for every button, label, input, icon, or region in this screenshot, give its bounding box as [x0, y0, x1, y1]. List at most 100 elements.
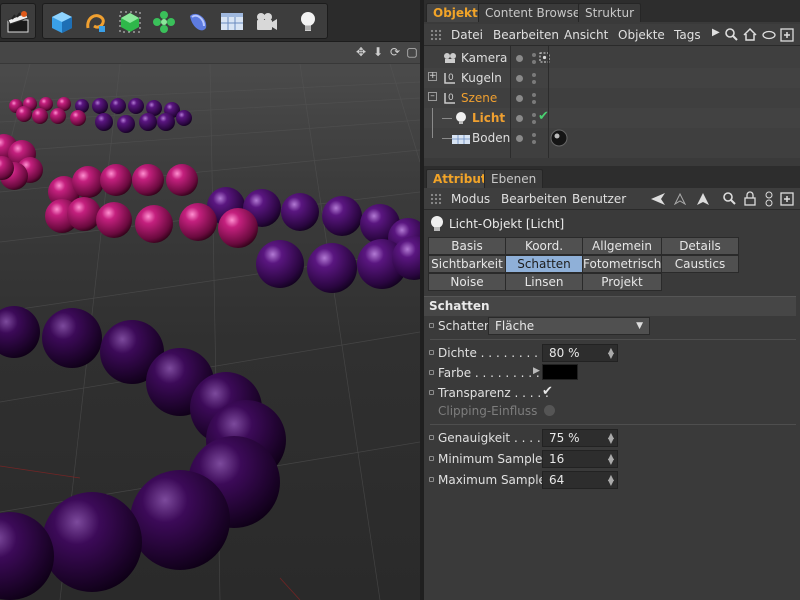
- minimum-samples-field[interactable]: 16 ▲ ▼: [542, 450, 618, 468]
- animation-bullet[interactable]: [429, 435, 434, 440]
- tab-ebenen[interactable]: Ebenen: [484, 169, 544, 188]
- nurbs-icon[interactable]: [114, 6, 146, 38]
- genauigkeit-field[interactable]: 75 % ▲ ▼: [542, 429, 618, 447]
- grip-icon[interactable]: [430, 29, 442, 41]
- animation-bullet[interactable]: [429, 390, 434, 395]
- maximum-samples-field[interactable]: 64 ▲ ▼: [542, 471, 618, 489]
- 3d-viewport[interactable]: ✥ ⬇ ⟳ ▢: [0, 42, 420, 600]
- lock-icon[interactable]: [744, 191, 756, 206]
- cube-icon[interactable]: [46, 6, 78, 38]
- spline-pen-icon[interactable]: [80, 6, 112, 38]
- subtab-koord[interactable]: Koord.: [505, 237, 583, 255]
- object-row-szene[interactable]: – 0 Szene: [424, 88, 800, 108]
- animation-bullet[interactable]: [429, 477, 434, 482]
- camera-icon[interactable]: [250, 6, 282, 38]
- subtab-linsen[interactable]: Linsen: [505, 273, 583, 291]
- expand-plus-icon[interactable]: +: [428, 72, 437, 81]
- editor-visibility-dot[interactable]: [532, 113, 536, 117]
- search-icon[interactable]: [722, 191, 737, 206]
- material-tag-icon[interactable]: [550, 129, 568, 147]
- animation-bullet[interactable]: [429, 456, 434, 461]
- menu-datei[interactable]: Datei: [451, 28, 483, 42]
- subtab-caustics[interactable]: Caustics: [661, 255, 739, 273]
- param-genauigkeit: Genauigkeit . . . . . . 75 % ▲ ▼: [424, 428, 800, 448]
- subtab-noise[interactable]: Noise: [428, 273, 506, 291]
- spinner-icon[interactable]: ▲ ▼: [608, 347, 614, 360]
- menu-benutzer[interactable]: Benutzer: [572, 192, 626, 206]
- visibility-dot[interactable]: [516, 115, 523, 122]
- param-label: Genauigkeit . . . . . .: [438, 431, 556, 445]
- new-panel-icon[interactable]: [780, 192, 794, 206]
- tab-content-browser[interactable]: Content Browser: [478, 3, 593, 22]
- column-separator[interactable]: [548, 46, 549, 158]
- search-icon[interactable]: [724, 27, 739, 42]
- subtab-basis[interactable]: Basis: [428, 237, 506, 255]
- render-visibility-dot[interactable]: [532, 100, 536, 104]
- link-icon[interactable]: [764, 191, 774, 207]
- visibility-dot[interactable]: [516, 75, 523, 82]
- menu-tags[interactable]: Tags: [674, 28, 701, 42]
- menu-bearbeiten[interactable]: Bearbeiten: [501, 192, 567, 206]
- editor-visibility-dot[interactable]: [532, 133, 536, 137]
- menu-objekte[interactable]: Objekte: [618, 28, 665, 42]
- new-panel-icon[interactable]: [780, 28, 794, 42]
- array-icon[interactable]: [148, 6, 180, 38]
- color-swatch[interactable]: [542, 364, 578, 380]
- eye-icon[interactable]: [762, 29, 776, 41]
- visibility-dot[interactable]: [516, 55, 523, 62]
- clipping-checkbox[interactable]: [544, 405, 555, 416]
- home-icon[interactable]: [742, 27, 758, 42]
- subtab-fotometrisch[interactable]: Fotometrisch: [582, 255, 662, 273]
- render-visibility-dot[interactable]: [532, 60, 536, 64]
- subtab-sichtbarkeit[interactable]: Sichtbarkeit: [428, 255, 506, 273]
- column-separator[interactable]: [510, 46, 511, 158]
- menu-ansicht[interactable]: Ansicht: [564, 28, 608, 42]
- transparenz-checkbox[interactable]: ✔: [542, 384, 553, 399]
- menu-modus[interactable]: Modus: [451, 192, 490, 206]
- light-bulb-icon: [456, 112, 466, 124]
- animation-bullet[interactable]: [429, 323, 434, 328]
- object-row-licht[interactable]: Licht ✔: [424, 108, 800, 128]
- visibility-dot[interactable]: [516, 135, 523, 142]
- object-list-spacer: [424, 158, 800, 164]
- editor-visibility-dot[interactable]: [532, 53, 536, 57]
- menu-more-icon[interactable]: ▶: [712, 27, 720, 38]
- up-arrow-outline-icon[interactable]: [674, 193, 686, 205]
- subtab-allgemein[interactable]: Allgemein: [582, 237, 662, 255]
- deformer-icon[interactable]: [182, 6, 214, 38]
- dichte-field[interactable]: 80 % ▲ ▼: [542, 344, 618, 362]
- object-row-kamera[interactable]: Kamera: [424, 48, 800, 68]
- tab-struktur[interactable]: Struktur: [578, 3, 642, 22]
- menu-bearbeiten[interactable]: Bearbeiten: [493, 28, 559, 42]
- visibility-dot[interactable]: [516, 95, 523, 102]
- null-icon: 0: [444, 73, 455, 84]
- render-visibility-dot[interactable]: [532, 80, 536, 84]
- editor-visibility-dot[interactable]: [532, 73, 536, 77]
- spinner-icon[interactable]: ▲ ▼: [608, 474, 614, 487]
- clapperboard-icon[interactable]: [2, 6, 34, 38]
- subtab-projekt[interactable]: Projekt: [582, 273, 662, 291]
- param-transparenz: Transparenz . . . . . ✔: [424, 383, 800, 403]
- object-row-kugeln[interactable]: + 0 Kugeln: [424, 68, 800, 88]
- render-visibility-dot[interactable]: [532, 120, 536, 124]
- schatten-dropdown[interactable]: Fläche ▼: [488, 317, 650, 335]
- divider: [430, 424, 796, 425]
- editor-visibility-dot[interactable]: [532, 93, 536, 97]
- grip-icon[interactable]: [430, 193, 442, 205]
- spinner-icon[interactable]: ▲ ▼: [608, 432, 614, 445]
- render-visibility-dot[interactable]: [532, 140, 536, 144]
- attributes-menubar: Modus Bearbeiten Benutzer: [424, 188, 800, 210]
- spinner-icon[interactable]: ▲ ▼: [608, 453, 614, 466]
- subtab-schatten[interactable]: Schatten: [505, 255, 583, 273]
- subtab-details[interactable]: Details: [661, 237, 739, 255]
- animation-bullet[interactable]: [429, 350, 434, 355]
- field-value: 64: [549, 473, 565, 487]
- collapse-minus-icon[interactable]: –: [428, 92, 437, 101]
- floor-icon[interactable]: [216, 6, 248, 38]
- animation-bullet[interactable]: [429, 370, 434, 375]
- up-arrow-icon[interactable]: [696, 192, 710, 206]
- back-arrow-icon[interactable]: [650, 192, 666, 206]
- object-row-boden[interactable]: Boden: [424, 128, 800, 148]
- expand-arrow-icon[interactable]: ▶: [533, 366, 540, 376]
- light-icon[interactable]: [292, 6, 324, 38]
